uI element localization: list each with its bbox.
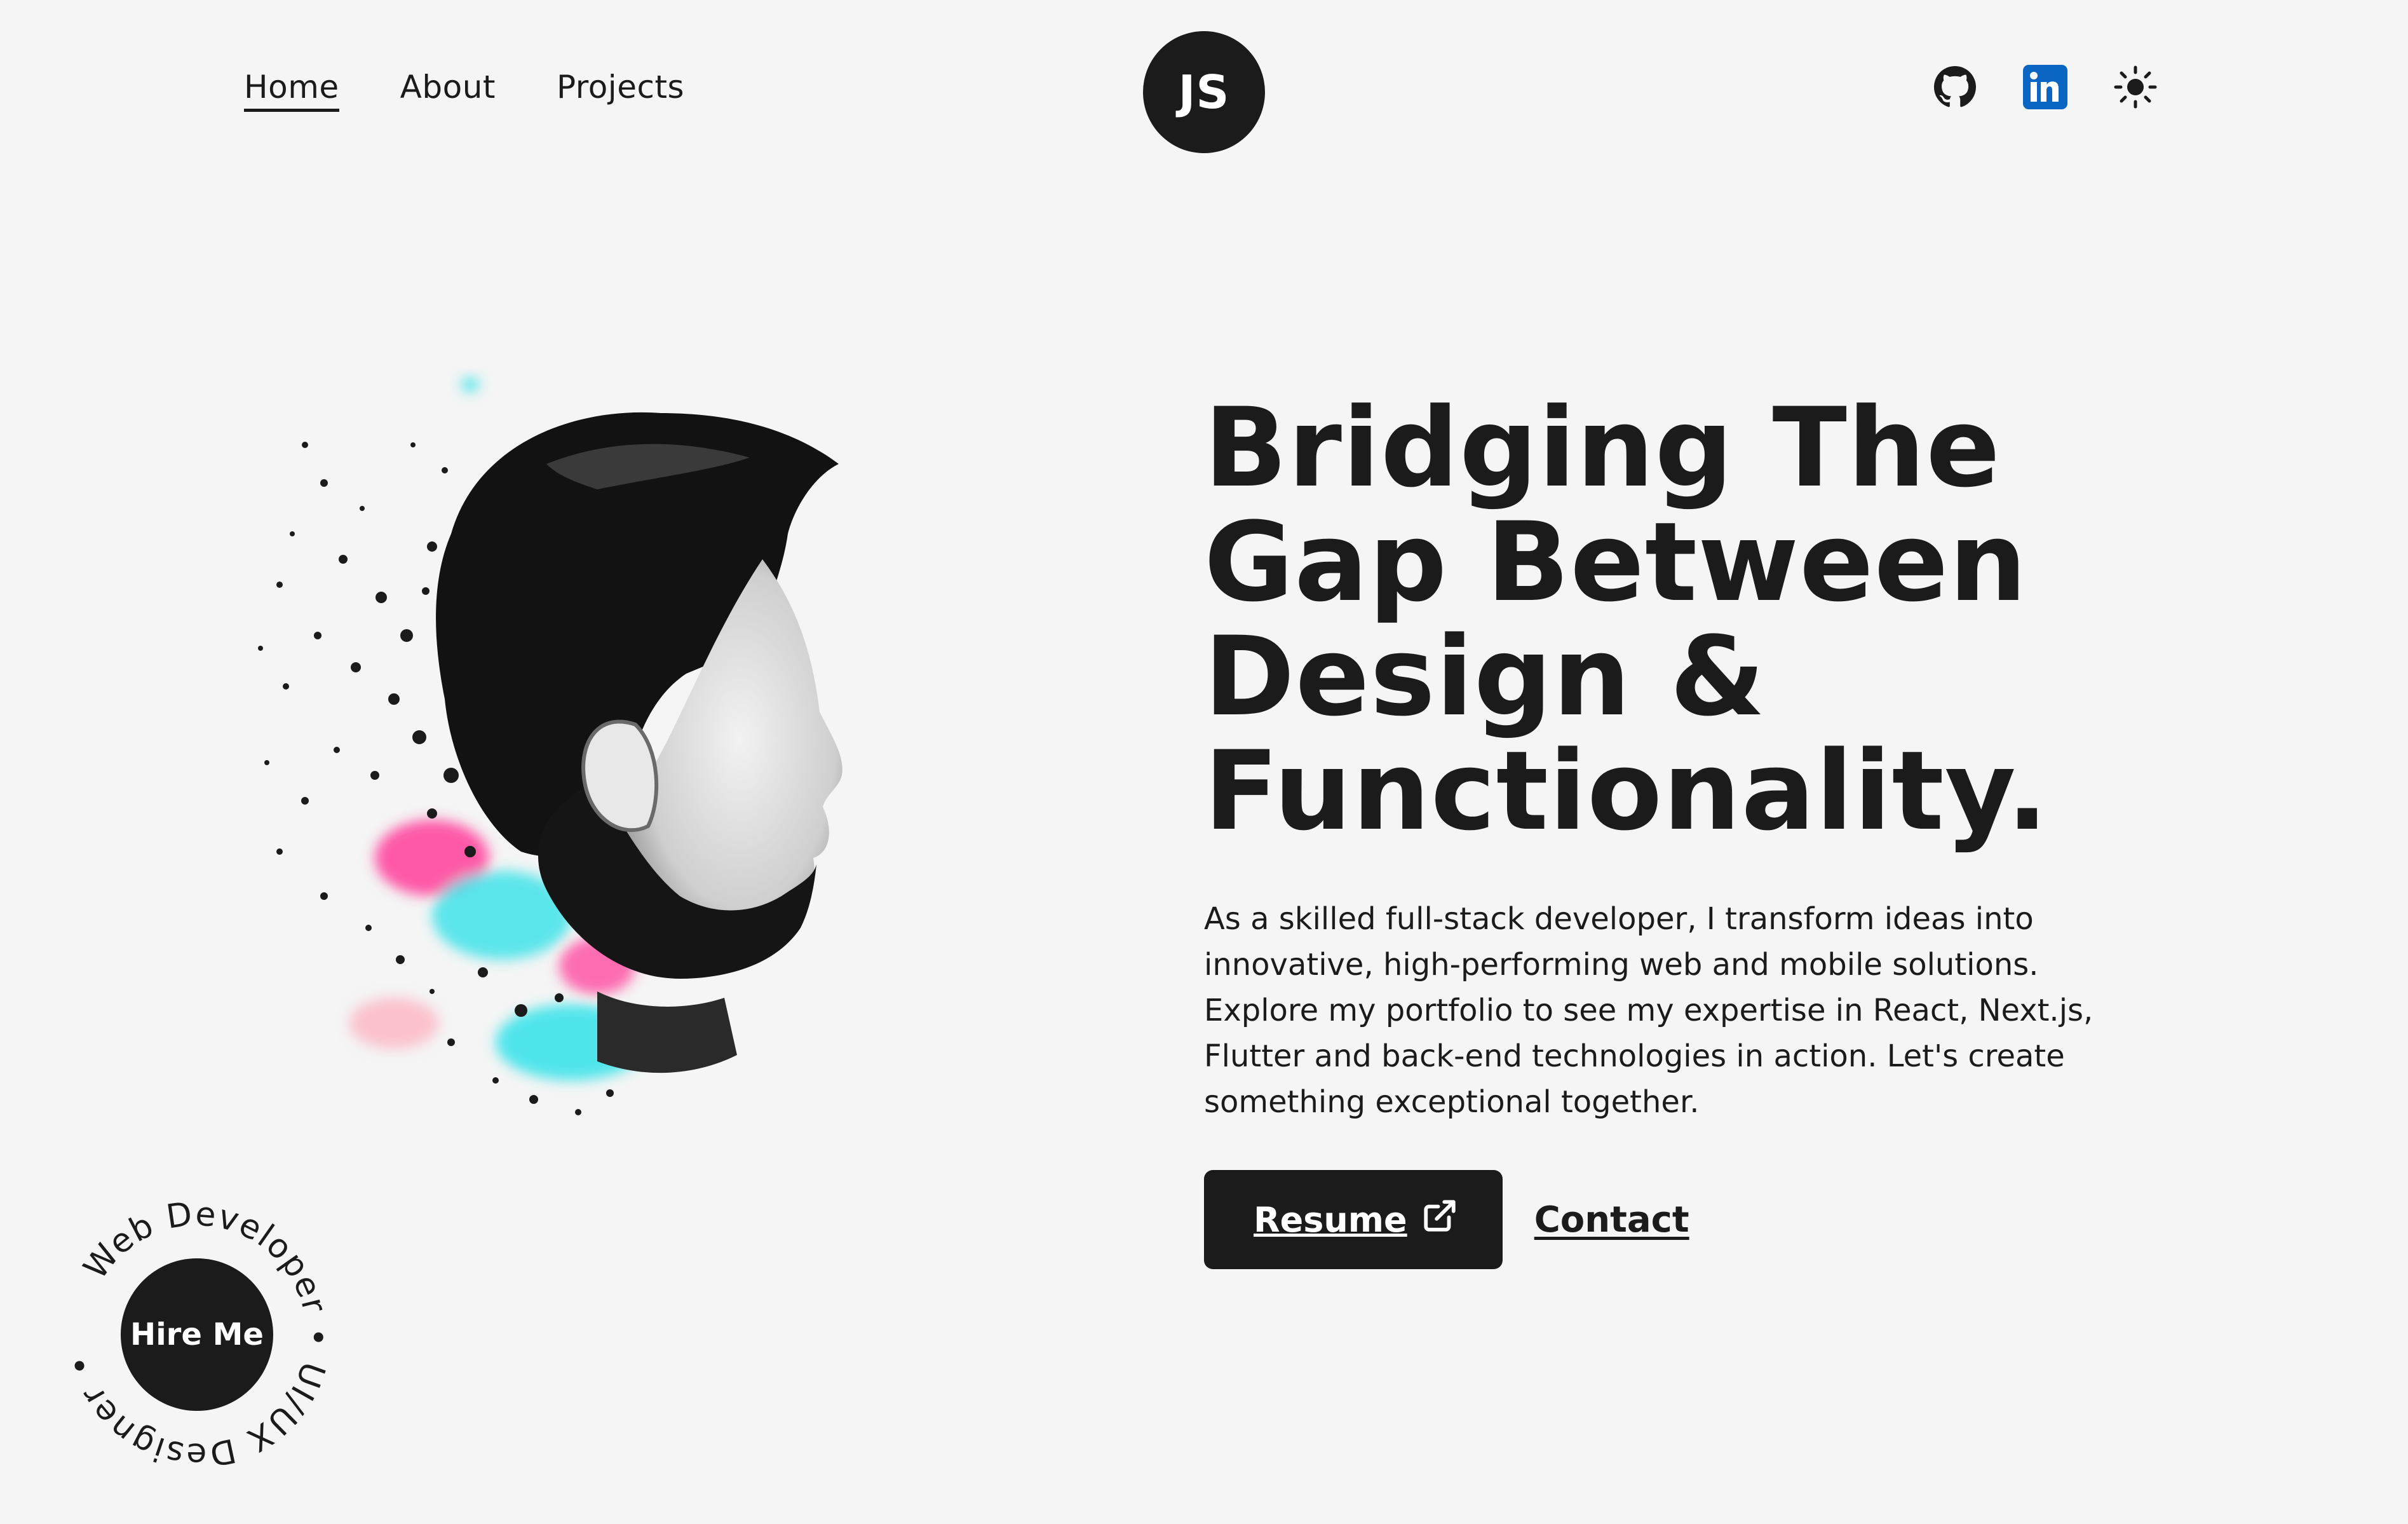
hire-me-label: Hire Me [130, 1317, 264, 1352]
description-line: As a skilled full-stack developer, I tra… [1204, 901, 2034, 937]
linkedin-icon[interactable] [2022, 64, 2069, 111]
hero-actions: Resume Contact [1204, 1170, 1689, 1269]
resume-label: Resume [1254, 1199, 1407, 1240]
hero-title-line: Bridging The [1204, 384, 2001, 512]
nav-home-link[interactable]: Home [244, 69, 339, 112]
hero-title: Bridging The Gap Between Design & Functi… [1204, 391, 2157, 848]
neck-shape [597, 991, 737, 1073]
logo-text: JS [1178, 65, 1230, 119]
resume-button[interactable]: Resume [1204, 1170, 1503, 1269]
page: Home About Projects JS Bridging The Gap … [0, 0, 2408, 1524]
nav-about-link[interactable]: About [400, 69, 496, 109]
portrait-illustration [258, 378, 842, 1115]
nav-projects-link[interactable]: Projects [557, 69, 684, 109]
main-nav: Home About Projects [244, 69, 684, 112]
description-line: innovative, high-performing web and mobi… [1204, 947, 2039, 983]
social-links [1931, 64, 2159, 111]
description-line: something exceptional together. [1204, 1084, 1700, 1120]
description-line: Flutter and back-end technologies in act… [1204, 1038, 2065, 1074]
contact-link[interactable]: Contact [1534, 1199, 1689, 1241]
hero-title-line: Functionality. [1204, 727, 2049, 855]
hero-description: As a skilled full-stack developer, I tra… [1204, 896, 2119, 1125]
hire-me-button[interactable]: Hire Me [121, 1258, 273, 1411]
hero-title-line: Design & [1204, 613, 1766, 740]
description-line: Explore my portfolio to see my expertise… [1204, 993, 2093, 1028]
logo[interactable]: JS [1143, 31, 1265, 153]
github-icon[interactable] [1931, 64, 1978, 111]
hero-title-line: Gap Between [1204, 498, 2027, 626]
sun-icon[interactable] [2112, 64, 2159, 111]
hire-me-badge[interactable]: Web Developer • UI/UX Designer • Hire Me [60, 1195, 335, 1474]
external-link-icon [1421, 1197, 1458, 1242]
